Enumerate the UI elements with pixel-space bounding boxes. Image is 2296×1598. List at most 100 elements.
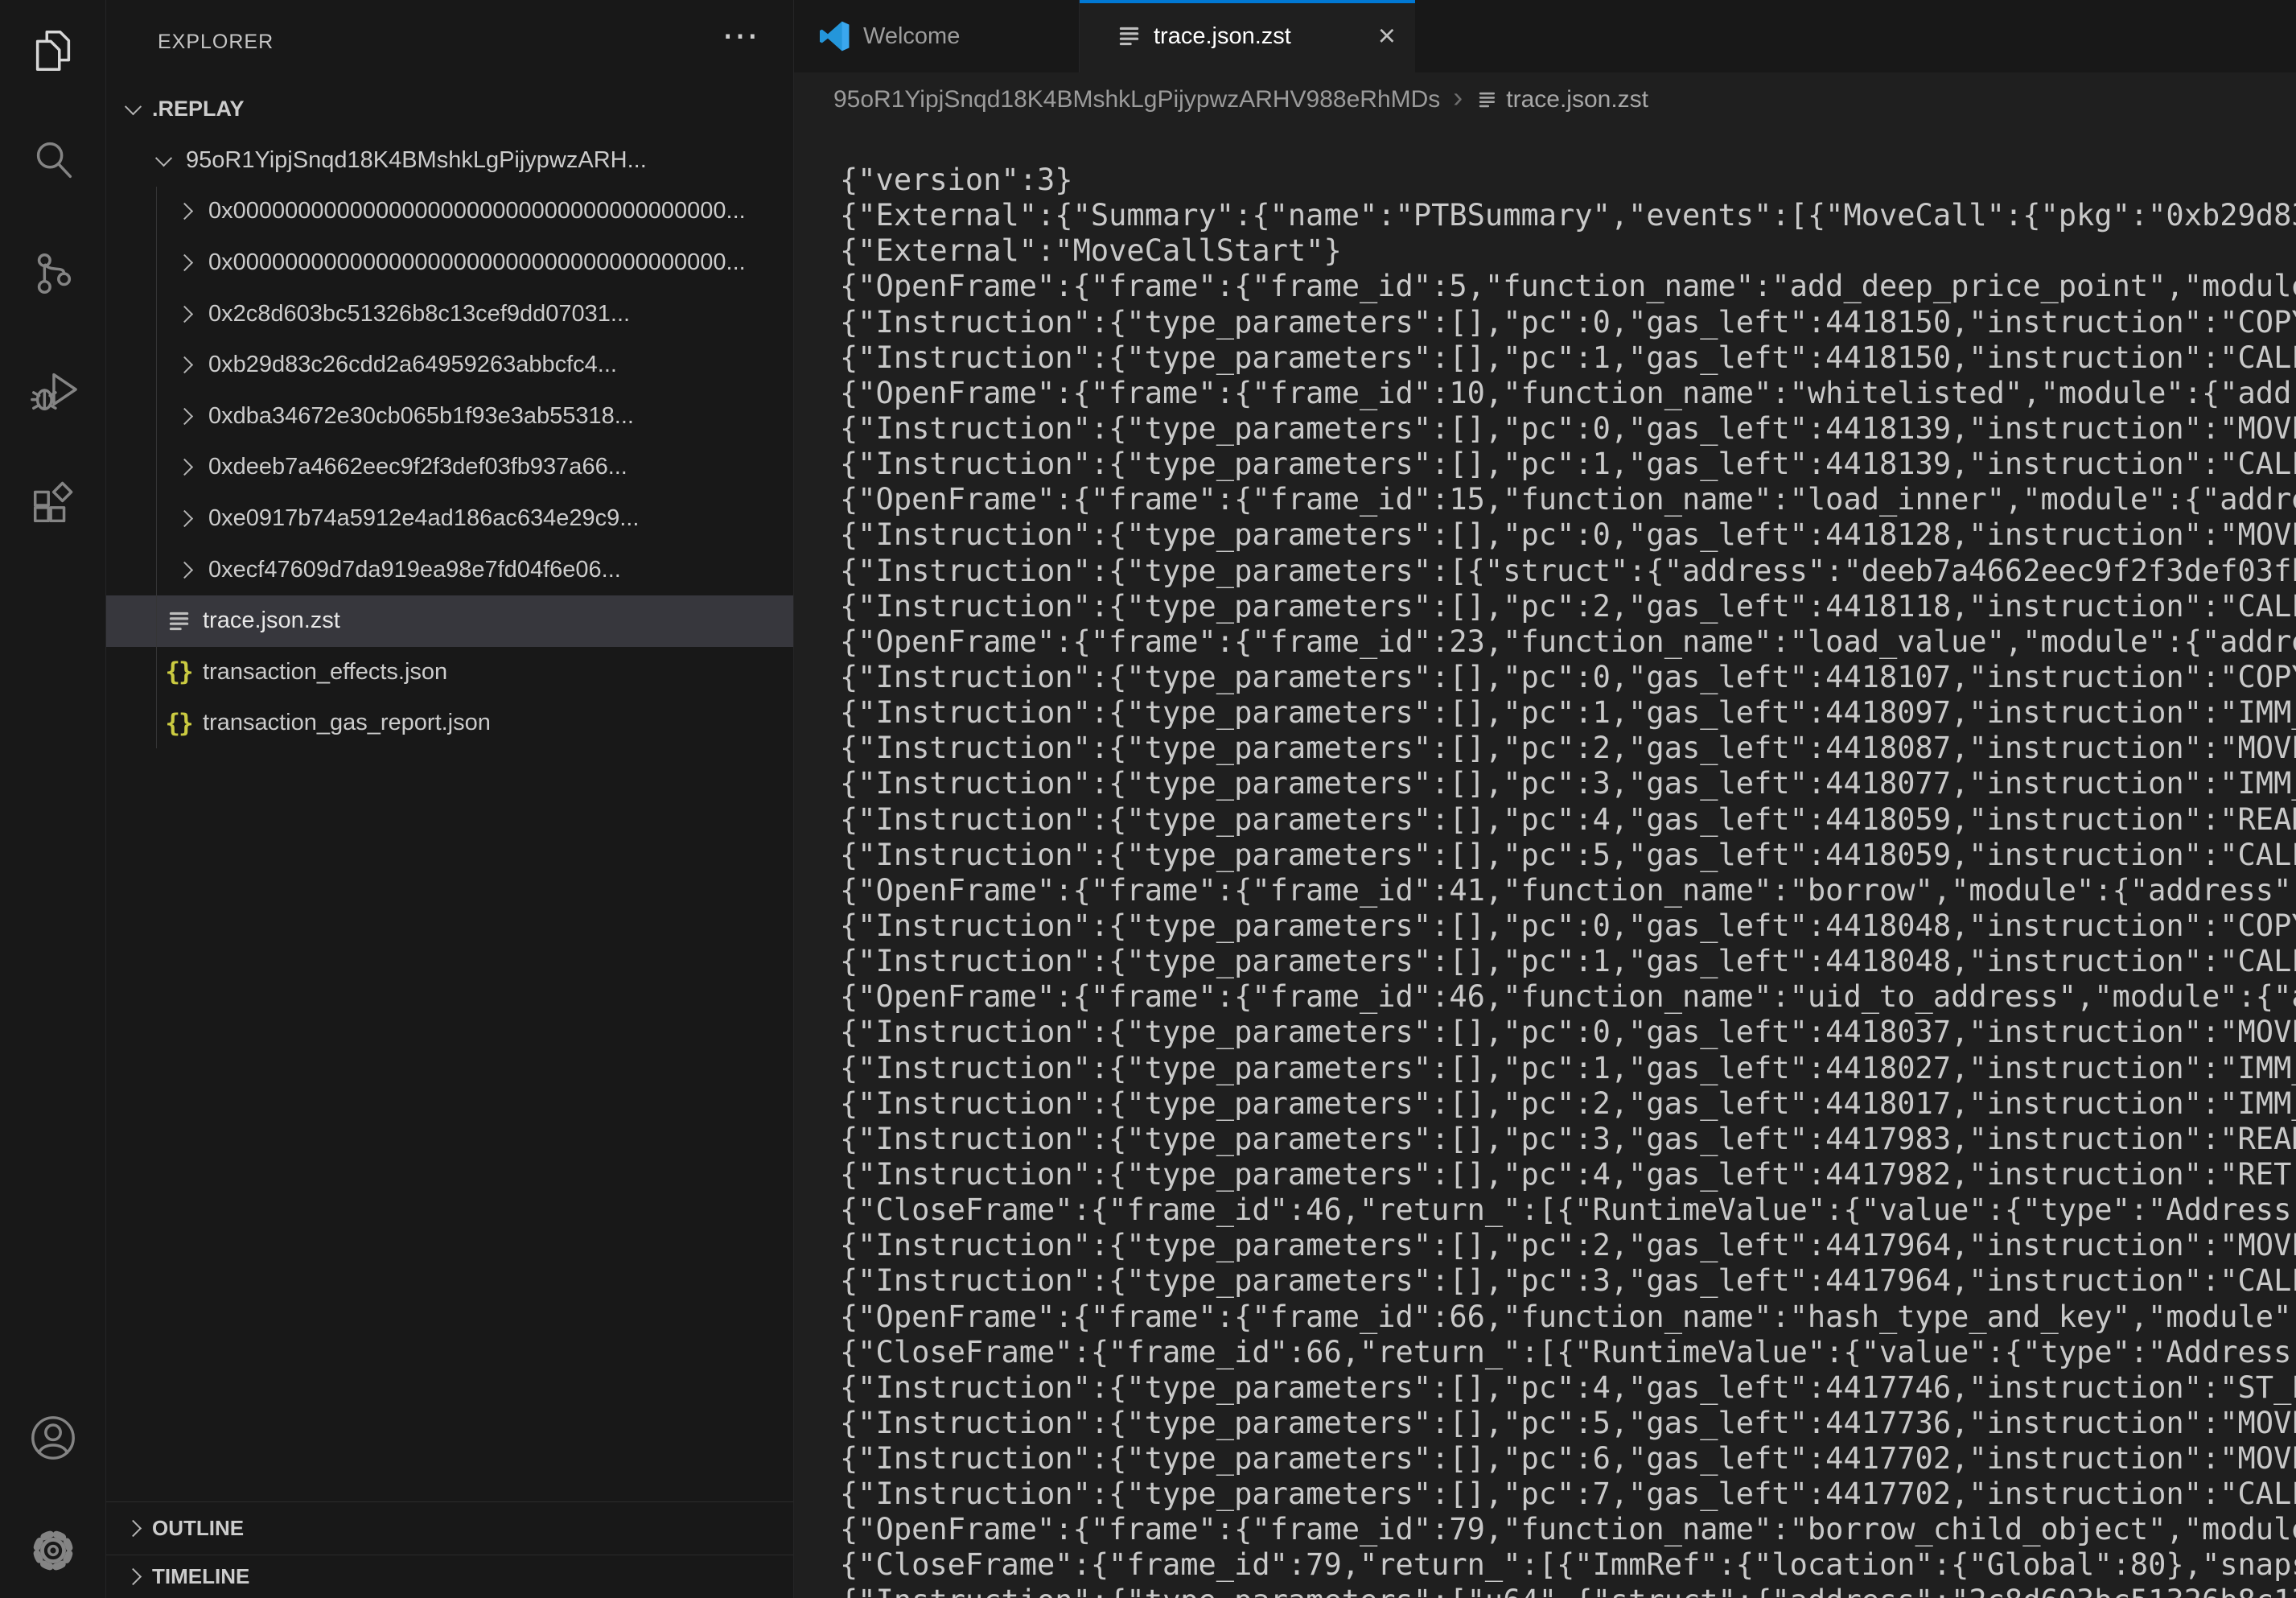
code-line: {"OpenFrame":{"frame":{"frame_id":41,"fu… xyxy=(840,873,2296,908)
chevron-right-icon xyxy=(176,254,193,271)
tree-item-label: 0xe0917b74a5912e4ad186ac634e29c9... xyxy=(208,505,639,532)
chevron-down-icon xyxy=(125,98,142,115)
code-line: {"CloseFrame":{"frame_id":46,"return_":[… xyxy=(840,1192,2296,1228)
tree-item-label: trace.json.zst xyxy=(203,607,340,634)
code-line: {"External":"MoveCallStart"} xyxy=(840,233,2296,269)
code-line: {"OpenFrame":{"frame":{"frame_id":66,"fu… xyxy=(840,1299,2296,1335)
tree-item-label: transaction_gas_report.json xyxy=(203,710,491,736)
close-icon[interactable]: × xyxy=(1378,21,1396,51)
code-line: {"Instruction":{"type_parameters":[],"pc… xyxy=(840,1157,2296,1192)
tree-item-folder[interactable]: 0xb29d83c26cdd2a64959263abbcfc4... xyxy=(106,340,793,391)
tree-item-section[interactable]: .REPLAY xyxy=(106,84,793,135)
code-line: {"Instruction":{"type_parameters":[],"pc… xyxy=(840,660,2296,695)
code-line: {"Instruction":{"type_parameters":[],"pc… xyxy=(840,1122,2296,1157)
explorer-icon[interactable] xyxy=(0,6,105,95)
code-line: {"OpenFrame":{"frame":{"frame_id":79,"fu… xyxy=(840,1512,2296,1547)
code-line: {"Instruction":{"type_parameters":[],"pc… xyxy=(840,944,2296,979)
tree-item-folder[interactable]: 0xe0917b74a5912e4ad186ac634e29c9... xyxy=(106,493,793,545)
editor-group: Welcome trace.json.zst × 95oR1YipjSnqd18… xyxy=(794,0,2296,1598)
chevron-right-icon xyxy=(176,459,193,476)
chevron-right-icon xyxy=(176,306,193,323)
code-line: {"OpenFrame":{"frame":{"frame_id":46,"fu… xyxy=(840,979,2296,1015)
editor-content[interactable]: {"version":3}{"External":{"Summary":{"na… xyxy=(794,127,2296,1598)
tree-item-label: transaction_effects.json xyxy=(203,659,447,686)
tree-item-label: 0xb29d83c26cdd2a64959263abbcfc4... xyxy=(208,352,617,378)
chevron-right-icon xyxy=(125,1520,142,1537)
code-line: {"Instruction":{"type_parameters":["u64"… xyxy=(840,1584,2296,1598)
code-line: {"Instruction":{"type_parameters":[],"pc… xyxy=(840,1370,2296,1406)
tree-item-label: 0xdeeb7a4662eec9f2f3def03fb937a66... xyxy=(208,454,627,480)
vscode-window: EXPLORER ⋯ .REPLAY 95oR1YipjSnqd18K4BMshk… xyxy=(0,0,2296,1598)
tab-bar: Welcome trace.json.zst × xyxy=(794,0,2296,72)
breadcrumb: 95oR1YipjSnqd18K4BMshkLgPijypwzARHV988eR… xyxy=(794,72,2296,127)
tree-item-folder[interactable]: 0x00000000000000000000000000000000000000… xyxy=(106,186,793,237)
timeline-label: TIMELINE xyxy=(152,1564,249,1589)
tree-item-folder[interactable]: 0xdeeb7a4662eec9f2f3def03fb937a66... xyxy=(106,442,793,493)
chevron-right-icon xyxy=(176,408,193,425)
account-icon[interactable] xyxy=(0,1394,105,1482)
code-line: {"Instruction":{"type_parameters":[],"pc… xyxy=(840,1228,2296,1263)
tab-label: Welcome xyxy=(863,23,960,50)
timeline-section-header[interactable]: TIMELINE xyxy=(106,1555,793,1598)
chevron-right-icon xyxy=(176,510,193,527)
code-line: {"Instruction":{"type_parameters":[],"pc… xyxy=(840,589,2296,624)
code-line: {"Instruction":{"type_parameters":[],"pc… xyxy=(840,1406,2296,1441)
source-control-icon[interactable] xyxy=(0,229,105,318)
code-line: {"Instruction":{"type_parameters":[],"pc… xyxy=(840,695,2296,731)
code-line: {"Instruction":{"type_parameters":[],"pc… xyxy=(840,1477,2296,1512)
tree-item-file[interactable]: {} transaction_gas_report.json xyxy=(106,698,793,749)
settings-gear-icon[interactable] xyxy=(0,1506,105,1595)
tree-item-file[interactable]: {}transaction_effects.json xyxy=(106,647,793,698)
tree-item-folder[interactable]: 0x00000000000000000000000000000000000000… xyxy=(106,237,793,289)
breadcrumb-separator-icon: › xyxy=(1453,80,1463,114)
tree-item-file[interactable]: trace.json.zst xyxy=(106,595,793,647)
breadcrumb-folder[interactable]: 95oR1YipjSnqd18K4BMshkLgPijypwzARHV988eR… xyxy=(833,86,1440,113)
tab-welcome[interactable]: Welcome xyxy=(794,0,1080,72)
tree-item-label: 0x00000000000000000000000000000000000000… xyxy=(208,249,746,276)
explorer-tree: .REPLAY 95oR1YipjSnqd18K4BMshkLgPijypwzAR… xyxy=(106,84,793,749)
tree-item-label: 0x2c8d603bc51326b8c13cef9dd07031... xyxy=(208,301,630,327)
code-line: {"CloseFrame":{"frame_id":79,"return_":[… xyxy=(840,1547,2296,1583)
vscode-logo-icon xyxy=(818,20,850,52)
activity-bar xyxy=(0,0,106,1598)
code-line: {"Instruction":{"type_parameters":[],"pc… xyxy=(840,838,2296,873)
code-line: {"Instruction":{"type_parameters":[],"pc… xyxy=(840,1015,2296,1050)
code-line: {"Instruction":{"type_parameters":[],"pc… xyxy=(840,447,2296,482)
file-lines-icon xyxy=(1115,23,1142,50)
code-line: {"OpenFrame":{"frame":{"frame_id":5,"fun… xyxy=(840,269,2296,304)
chevron-right-icon xyxy=(176,356,193,373)
outline-section-header[interactable]: OUTLINE xyxy=(106,1501,793,1555)
more-actions-button[interactable]: ⋯ xyxy=(722,11,761,60)
run-debug-icon[interactable] xyxy=(0,345,105,434)
search-icon[interactable] xyxy=(0,116,105,204)
sidebar: EXPLORER ⋯ .REPLAY 95oR1YipjSnqd18K4BMshk… xyxy=(106,0,794,1598)
tree-item-folder[interactable]: 0xdba34672e30cb065b1f93e3ab55318... xyxy=(106,391,793,443)
code-line: {"Instruction":{"type_parameters":[],"pc… xyxy=(840,1263,2296,1299)
chevron-right-icon xyxy=(176,562,193,579)
tree-item-label: 95oR1YipjSnqd18K4BMshkLgPijypwzARH... xyxy=(186,147,647,174)
tree-item-folder[interactable]: 0xecf47609d7da919ea98e7fd04f6e06... xyxy=(106,544,793,595)
code-line: {"Instruction":{"type_parameters":[],"pc… xyxy=(840,1086,2296,1122)
sidebar-header: EXPLORER ⋯ xyxy=(106,0,793,84)
tree-item-folder[interactable]: 0x2c8d603bc51326b8c13cef9dd07031... xyxy=(106,288,793,340)
breadcrumb-file[interactable]: trace.json.zst xyxy=(1506,86,1648,113)
code-line: {"version":3} xyxy=(840,163,2296,198)
code-line: {"Instruction":{"type_parameters":[],"pc… xyxy=(840,340,2296,376)
code-line: {"OpenFrame":{"frame":{"frame_id":10,"fu… xyxy=(840,376,2296,411)
extensions-icon[interactable] xyxy=(0,459,105,548)
chevron-right-icon xyxy=(176,203,193,220)
file-lines-icon xyxy=(1475,85,1506,115)
code-line: {"Instruction":{"type_parameters":[],"pc… xyxy=(840,305,2296,340)
tab-trace-json-zst[interactable]: trace.json.zst × xyxy=(1080,0,1415,72)
json-icon: {} xyxy=(164,709,193,738)
code-line: {"OpenFrame":{"frame":{"frame_id":15,"fu… xyxy=(840,482,2296,517)
tree-item-label: 0xdba34672e30cb065b1f93e3ab55318... xyxy=(208,403,634,430)
chevron-down-icon xyxy=(155,150,172,167)
tree-item-label: 0x00000000000000000000000000000000000000… xyxy=(208,198,746,224)
code-line: {"Instruction":{"type_parameters":[],"pc… xyxy=(840,802,2296,838)
code-line: {"Instruction":{"type_parameters":[],"pc… xyxy=(840,731,2296,766)
tree-item-label: .REPLAY xyxy=(152,97,245,121)
tree-item-root[interactable]: 95oR1YipjSnqd18K4BMshkLgPijypwzARH... xyxy=(106,135,793,187)
chevron-right-icon xyxy=(125,1568,142,1585)
code-line: {"Instruction":{"type_parameters":[],"pc… xyxy=(840,411,2296,447)
